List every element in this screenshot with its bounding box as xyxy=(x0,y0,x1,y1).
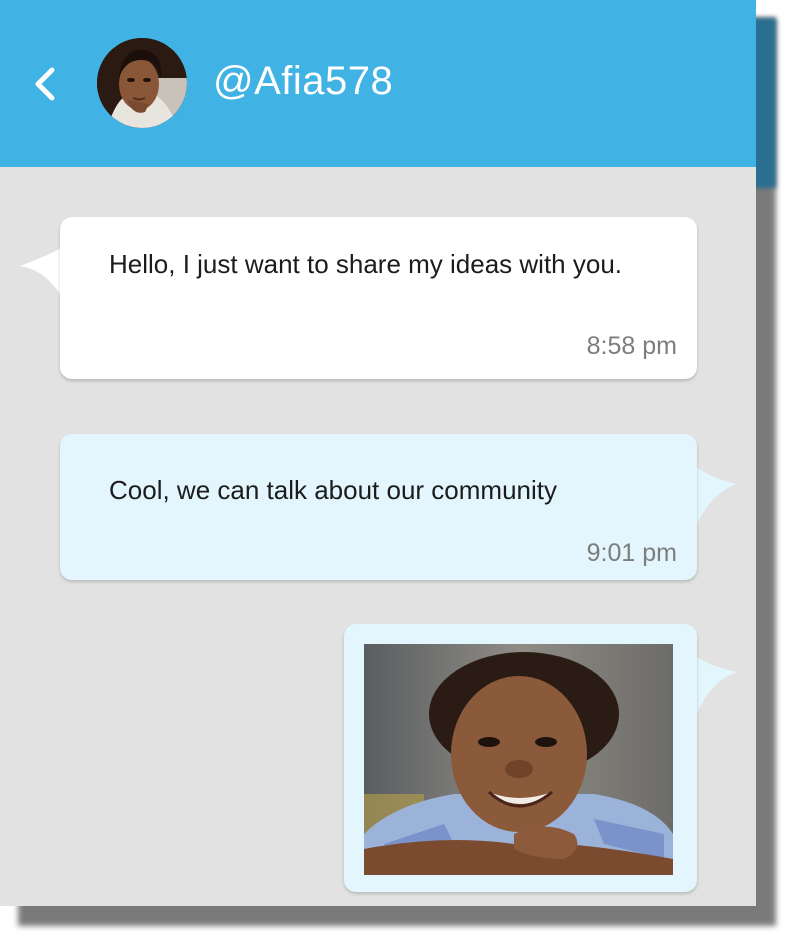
message-timestamp: 8:58 pm xyxy=(586,332,677,360)
chevron-left-icon xyxy=(35,67,55,101)
message-text: Cool, we can talk about our community xyxy=(109,475,557,505)
message-text: Hello, I just want to share my ideas wit… xyxy=(109,249,623,279)
photo-message-bubble[interactable] xyxy=(344,624,697,892)
shared-photo[interactable] xyxy=(364,644,673,875)
message-bubble-incoming[interactable]: Hello, I just want to share my ideas wit… xyxy=(60,217,697,379)
back-button[interactable] xyxy=(26,60,66,108)
avatar[interactable] xyxy=(97,38,187,128)
contact-username[interactable]: @Afia578 xyxy=(213,56,393,106)
avatar-portrait xyxy=(97,38,187,128)
chat-screen: @Afia578 Hello, I just want to share my … xyxy=(0,0,756,906)
child-photo-image xyxy=(364,644,673,875)
message-timestamp: 9:01 pm xyxy=(586,539,677,567)
chat-header: @Afia578 xyxy=(0,0,756,167)
message-bubble-outgoing[interactable]: Cool, we can talk about our community 9:… xyxy=(60,434,697,580)
